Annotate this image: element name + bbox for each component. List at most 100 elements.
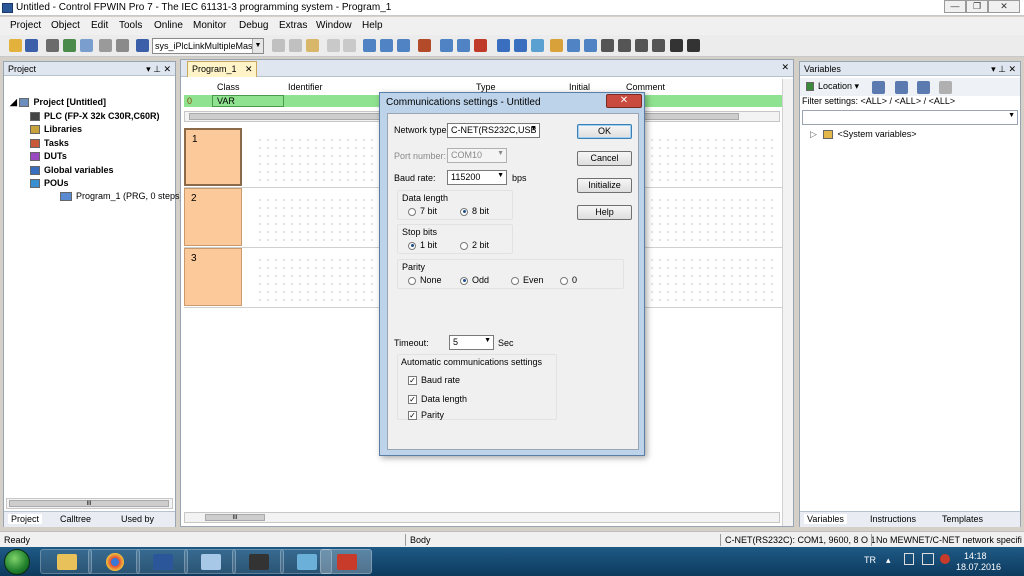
tree-pous[interactable]: POUs: [30, 178, 69, 189]
minimize-button[interactable]: —: [944, 0, 966, 13]
ok-button[interactable]: OK: [577, 124, 632, 139]
monitor-icon[interactable]: [497, 39, 510, 52]
paste-icon[interactable]: [306, 39, 319, 52]
coil-icon[interactable]: [397, 39, 410, 52]
menu-window[interactable]: Window: [316, 20, 352, 31]
panel-controls[interactable]: ▾ ⊥ ✕: [146, 64, 171, 75]
data-length-7bit-radio[interactable]: 7 bit: [408, 206, 437, 216]
variable-icon[interactable]: [136, 39, 149, 52]
line-icon[interactable]: [550, 39, 563, 52]
tab-calltree[interactable]: Calltree: [60, 514, 91, 524]
redo-icon[interactable]: [343, 39, 356, 52]
print-preview-icon[interactable]: [99, 39, 112, 52]
bool-filter-icon[interactable]: [917, 81, 930, 94]
chevron-down-icon[interactable]: ▼: [497, 172, 504, 179]
zoom-icon[interactable]: [670, 39, 683, 52]
auto-data-length-checkbox[interactable]: ✓ Data length: [408, 394, 467, 405]
editor-vscrollbar[interactable]: [782, 79, 793, 526]
auto-parity-checkbox[interactable]: ✓ Parity: [408, 410, 444, 421]
tree-global-variables[interactable]: Global variables: [30, 165, 114, 176]
chevron-down-icon[interactable]: ▼: [484, 337, 491, 344]
location-dropdown[interactable]: Location ▾: [806, 81, 859, 92]
tree-tasks[interactable]: Tasks: [30, 138, 69, 149]
menu-edit[interactable]: Edit: [91, 20, 108, 31]
open-icon[interactable]: [9, 39, 22, 52]
cancel-button[interactable]: Cancel: [577, 151, 632, 166]
start-button[interactable]: [4, 549, 30, 575]
panel-controls[interactable]: ▾ ⊥ ✕: [991, 64, 1016, 75]
online-icon[interactable]: [514, 39, 527, 52]
network-icon[interactable]: [363, 39, 376, 52]
cut-icon[interactable]: [272, 39, 285, 52]
box-icon[interactable]: [601, 39, 614, 52]
label-icon[interactable]: [652, 39, 665, 52]
chevron-down-icon[interactable]: ▼: [252, 39, 263, 53]
menu-online[interactable]: Online: [154, 20, 183, 31]
tree-project-root[interactable]: ◢ Project [Untitled]: [10, 97, 106, 108]
tab-program-1[interactable]: Program_1 ✕: [187, 61, 257, 77]
tab-variables[interactable]: Variables: [804, 514, 847, 524]
tab-instructions[interactable]: Instructions: [870, 514, 916, 524]
copy-icon[interactable]: [289, 39, 302, 52]
stop-bits-2bit-radio[interactable]: 2 bit: [460, 240, 489, 250]
menu-help[interactable]: Help: [362, 20, 383, 31]
fbd-icon[interactable]: [567, 39, 580, 52]
pou-icon[interactable]: [418, 39, 431, 52]
insert-column-icon[interactable]: [457, 39, 470, 52]
menu-extras[interactable]: Extras: [279, 20, 307, 31]
delete-icon[interactable]: [474, 39, 487, 52]
parity-even-radio[interactable]: Even: [511, 275, 544, 285]
offline-icon[interactable]: [531, 39, 544, 52]
menu-monitor[interactable]: Monitor: [193, 20, 226, 31]
menu-tools[interactable]: Tools: [119, 20, 142, 31]
network-icon[interactable]: [922, 553, 934, 565]
baud-rate-select[interactable]: 115200 ▼: [447, 170, 507, 185]
tree-program-1[interactable]: Program_1 (PRG, 0 steps): [60, 191, 183, 202]
print-icon[interactable]: [116, 39, 129, 52]
timeout-select[interactable]: 5 ▼: [449, 335, 494, 350]
clock-time[interactable]: 14:18: [964, 551, 987, 561]
menu-debug[interactable]: Debug: [239, 20, 268, 31]
return-icon[interactable]: [618, 39, 631, 52]
compile-icon[interactable]: [46, 39, 59, 52]
explorer-taskbar-button[interactable]: [40, 549, 92, 574]
parity-none-radio[interactable]: None: [408, 275, 442, 285]
volume-icon[interactable]: [940, 554, 950, 564]
filter-icon[interactable]: [872, 81, 885, 94]
close-editor-icon[interactable]: ✕: [781, 62, 789, 73]
stop-bits-1bit-radio[interactable]: 1 bit: [408, 240, 437, 250]
tab-used-by[interactable]: Used by: [121, 514, 154, 524]
word-taskbar-button[interactable]: [136, 549, 188, 574]
scroll-thumb[interactable]: III: [9, 500, 169, 507]
parity-odd-radio[interactable]: Odd: [460, 275, 489, 285]
comment-icon[interactable]: [635, 39, 648, 52]
chevron-down-icon[interactable]: ▼: [1008, 112, 1015, 119]
clock-date[interactable]: 18.07.2016: [956, 562, 1001, 572]
close-tab-icon[interactable]: ✕: [245, 64, 253, 74]
chevron-down-icon[interactable]: ▼: [530, 125, 537, 132]
network-type-select[interactable]: C-NET(RS232C,USB ▼: [447, 123, 540, 138]
initialize-button[interactable]: Initialize: [577, 178, 632, 193]
parity-zero-radio[interactable]: 0: [560, 275, 577, 285]
tray-up-icon[interactable]: ▴: [886, 555, 891, 566]
contact-icon[interactable]: [380, 39, 393, 52]
identifier-combo[interactable]: sys_iPlcLinkMultipleMas ▼: [152, 38, 264, 54]
insert-row-icon[interactable]: [440, 39, 453, 52]
tree-plc[interactable]: PLC (FP-X 32k C30R,C60R): [30, 111, 160, 122]
save-icon[interactable]: [25, 39, 38, 52]
editor-scroll-thumb[interactable]: III: [205, 514, 265, 521]
row-class[interactable]: VAR: [212, 95, 284, 107]
project-hscrollbar[interactable]: III: [6, 498, 173, 509]
flag-icon[interactable]: [904, 553, 914, 565]
var-filter-icon[interactable]: [895, 81, 908, 94]
chrome-taskbar-button[interactable]: [88, 549, 140, 574]
help-button[interactable]: Help: [577, 205, 632, 220]
tree-libraries[interactable]: Libraries: [30, 124, 82, 135]
data-length-8bit-radio[interactable]: 8 bit: [460, 206, 489, 216]
toolbox-taskbar-button[interactable]: [320, 549, 372, 574]
paint-taskbar-button[interactable]: [184, 549, 236, 574]
language-indicator[interactable]: TR: [864, 555, 876, 565]
expand-icon[interactable]: ▷: [810, 129, 817, 139]
tree-duts[interactable]: DUTs: [30, 151, 67, 162]
dialog-close-button[interactable]: ✕: [606, 94, 642, 108]
